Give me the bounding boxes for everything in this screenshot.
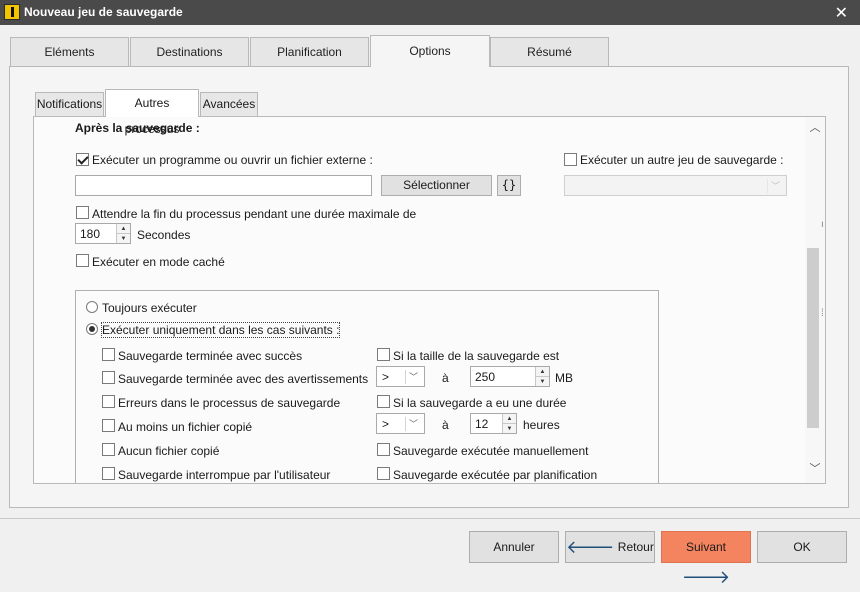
- title-bar: Nouveau jeu de sauvegarde ✕: [0, 0, 860, 25]
- tab-avancees[interactable]: Avancées: [200, 92, 258, 116]
- hidden-mode-label: Exécuter en mode caché: [92, 255, 225, 269]
- arrow-right-icon: 🡒: [681, 567, 731, 587]
- size-a-label: à: [442, 371, 449, 385]
- wait-seconds-stepper[interactable]: 180 ▲ ▼: [75, 223, 131, 244]
- only-when-radio[interactable]: [86, 323, 98, 335]
- condition-errors-checkbox[interactable]: [102, 395, 115, 408]
- tab-planification[interactable]: Planification: [250, 37, 369, 66]
- duration-a-label: à: [442, 418, 449, 432]
- stepper-down-icon[interactable]: ▼: [117, 233, 130, 243]
- app-logo-icon: [4, 4, 20, 20]
- run-program-label: Exécuter un programme ou ouvrir un fichi…: [92, 153, 373, 167]
- condition-size-label: Si la taille de la sauvegarde est: [393, 349, 560, 363]
- condition-manual-checkbox[interactable]: [377, 443, 390, 456]
- size-unit-label: MB: [555, 371, 573, 385]
- run-program-checkbox[interactable]: [76, 153, 89, 166]
- condition-errors-label: Erreurs dans le processus de sauvegarde: [118, 396, 341, 410]
- close-icon[interactable]: ✕: [835, 3, 848, 23]
- chevron-down-icon: ﹀: [405, 417, 421, 431]
- condition-file-copied-checkbox[interactable]: [102, 419, 115, 432]
- back-button[interactable]: 🡐 Retour: [565, 531, 655, 563]
- run-other-set-checkbox[interactable]: [564, 153, 577, 166]
- select-button[interactable]: Sélectionner: [381, 175, 492, 196]
- duration-operator-dropdown[interactable]: > ﹀: [376, 413, 425, 434]
- other-set-dropdown[interactable]: ﹀: [564, 175, 787, 196]
- wait-end-label: Attendre la fin du processus pendant une…: [92, 207, 417, 221]
- only-when-label: Exécuter uniquement dans les cas suivant…: [100, 322, 341, 338]
- cancel-button[interactable]: Annuler: [469, 531, 559, 563]
- variables-button[interactable]: {}: [497, 175, 521, 196]
- condition-size-checkbox[interactable]: [377, 348, 390, 361]
- condition-warnings-checkbox[interactable]: [102, 371, 115, 384]
- chevron-down-icon: ﹀: [767, 179, 783, 193]
- stepper-down-icon[interactable]: ▼: [503, 423, 516, 433]
- stepper-up-icon[interactable]: ▲: [117, 224, 130, 234]
- viewport-mask: [34, 484, 806, 506]
- scroll-up-icon[interactable]: ︿: [805, 118, 825, 138]
- window-title: Nouveau jeu de sauvegarde: [24, 5, 183, 19]
- condition-success-checkbox[interactable]: [102, 348, 115, 361]
- side-marker: ⁞: [821, 308, 824, 319]
- tab-destinations[interactable]: Destinations: [130, 37, 249, 66]
- chevron-down-icon: ﹀: [405, 370, 421, 384]
- stepper-up-icon[interactable]: ▲: [536, 367, 549, 377]
- condition-no-file-checkbox[interactable]: [102, 443, 115, 456]
- size-value-stepper[interactable]: 250 ▲ ▼: [470, 366, 550, 387]
- condition-user-interrupt-checkbox[interactable]: [102, 467, 115, 480]
- tab-autres-processus[interactable]: Autres processus: [105, 89, 199, 136]
- ok-button[interactable]: OK: [757, 531, 847, 563]
- condition-file-copied-label: Au moins un fichier copié: [118, 420, 253, 434]
- scroll-thumb[interactable]: [807, 248, 819, 428]
- tab-resume[interactable]: Résumé: [490, 37, 609, 66]
- arrow-left-icon: 🡐: [566, 537, 615, 557]
- program-path-input[interactable]: [75, 175, 372, 196]
- side-marker: ı: [821, 219, 824, 230]
- seconds-unit-label: Secondes: [137, 228, 191, 242]
- wait-end-checkbox[interactable]: [76, 206, 89, 219]
- size-operator-dropdown[interactable]: > ﹀: [376, 366, 425, 387]
- condition-warnings-label: Sauvegarde terminée avec des avertisseme…: [118, 372, 369, 386]
- viewport-edge: [33, 483, 806, 484]
- condition-no-file-label: Aucun fichier copié: [118, 444, 220, 458]
- next-button[interactable]: Suivant 🡒: [661, 531, 751, 587]
- stepper-up-icon[interactable]: ▲: [503, 414, 516, 424]
- condition-duration-label: Si la sauvegarde a eu une durée: [393, 396, 567, 410]
- condition-user-interrupt-label: Sauvegarde interrompue par l'utilisateur: [118, 468, 331, 482]
- hidden-mode-checkbox[interactable]: [76, 254, 89, 267]
- duration-value-stepper[interactable]: 12 ▲ ▼: [470, 413, 517, 434]
- tab-notifications[interactable]: Notifications: [35, 92, 104, 116]
- conditions-group: [75, 290, 659, 490]
- tab-elements[interactable]: Eléments: [10, 37, 129, 66]
- always-radio[interactable]: [86, 301, 98, 313]
- condition-manual-label: Sauvegarde exécutée manuellement: [393, 444, 589, 458]
- footer-separator: [0, 518, 860, 519]
- tab-options[interactable]: Options: [370, 35, 490, 67]
- condition-scheduled-checkbox[interactable]: [377, 467, 390, 480]
- always-label: Toujours exécuter: [102, 301, 197, 315]
- condition-duration-checkbox[interactable]: [377, 395, 390, 408]
- run-other-set-label: Exécuter un autre jeu de sauvegarde :: [580, 153, 784, 167]
- scroll-down-icon[interactable]: ﹀: [805, 459, 825, 479]
- stepper-down-icon[interactable]: ▼: [536, 376, 549, 386]
- condition-scheduled-label: Sauvegarde exécutée par planification: [393, 468, 598, 482]
- condition-success-label: Sauvegarde terminée avec succès: [118, 349, 303, 363]
- duration-unit-label: heures: [523, 418, 560, 432]
